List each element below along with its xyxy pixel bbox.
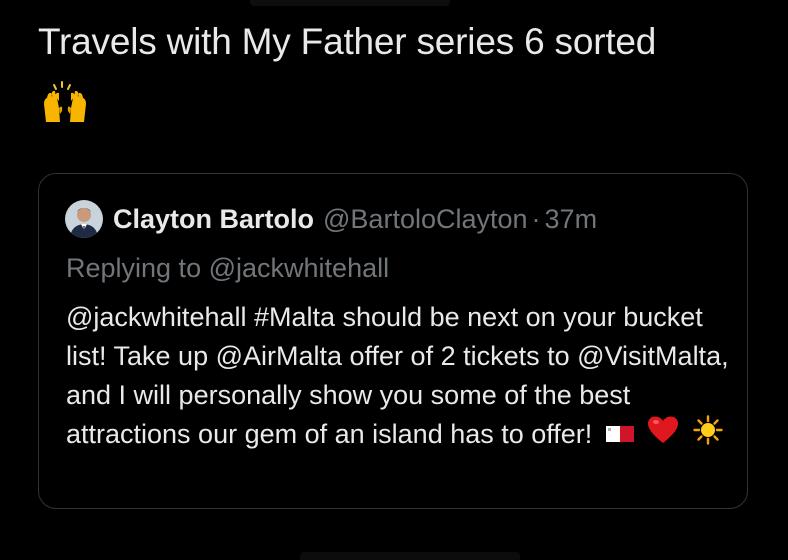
quoted-tweet-header: Clayton Bartolo @BartoloClayton · 37m (65, 200, 597, 238)
timestamp[interactable]: 37m (545, 204, 598, 235)
quoted-tweet-body: @jackwhitehall #Malta should be next on … (66, 298, 736, 456)
raising-hands-emoji-icon (40, 78, 90, 126)
red-heart-icon (647, 415, 679, 456)
author-name[interactable]: Clayton Bartolo (113, 204, 314, 235)
replying-to-line: Replying to @jackwhitehall (66, 253, 389, 284)
replying-prefix: Replying to (66, 253, 202, 283)
replying-handle-link[interactable]: @jackwhitehall (209, 253, 389, 283)
author-handle[interactable]: @BartoloClayton (323, 204, 528, 235)
sun-icon (693, 415, 723, 456)
avatar[interactable] (65, 200, 103, 238)
quoted-tweet-card[interactable]: Clayton Bartolo @BartoloClayton · 37m Re… (38, 173, 748, 509)
top-edge-fade (250, 0, 450, 6)
bottom-edge-fade (300, 552, 520, 560)
tweet-text: Travels with My Father series 6 sorted (38, 21, 657, 62)
flag-malta-icon (605, 416, 634, 455)
header-separator: · (531, 203, 541, 234)
